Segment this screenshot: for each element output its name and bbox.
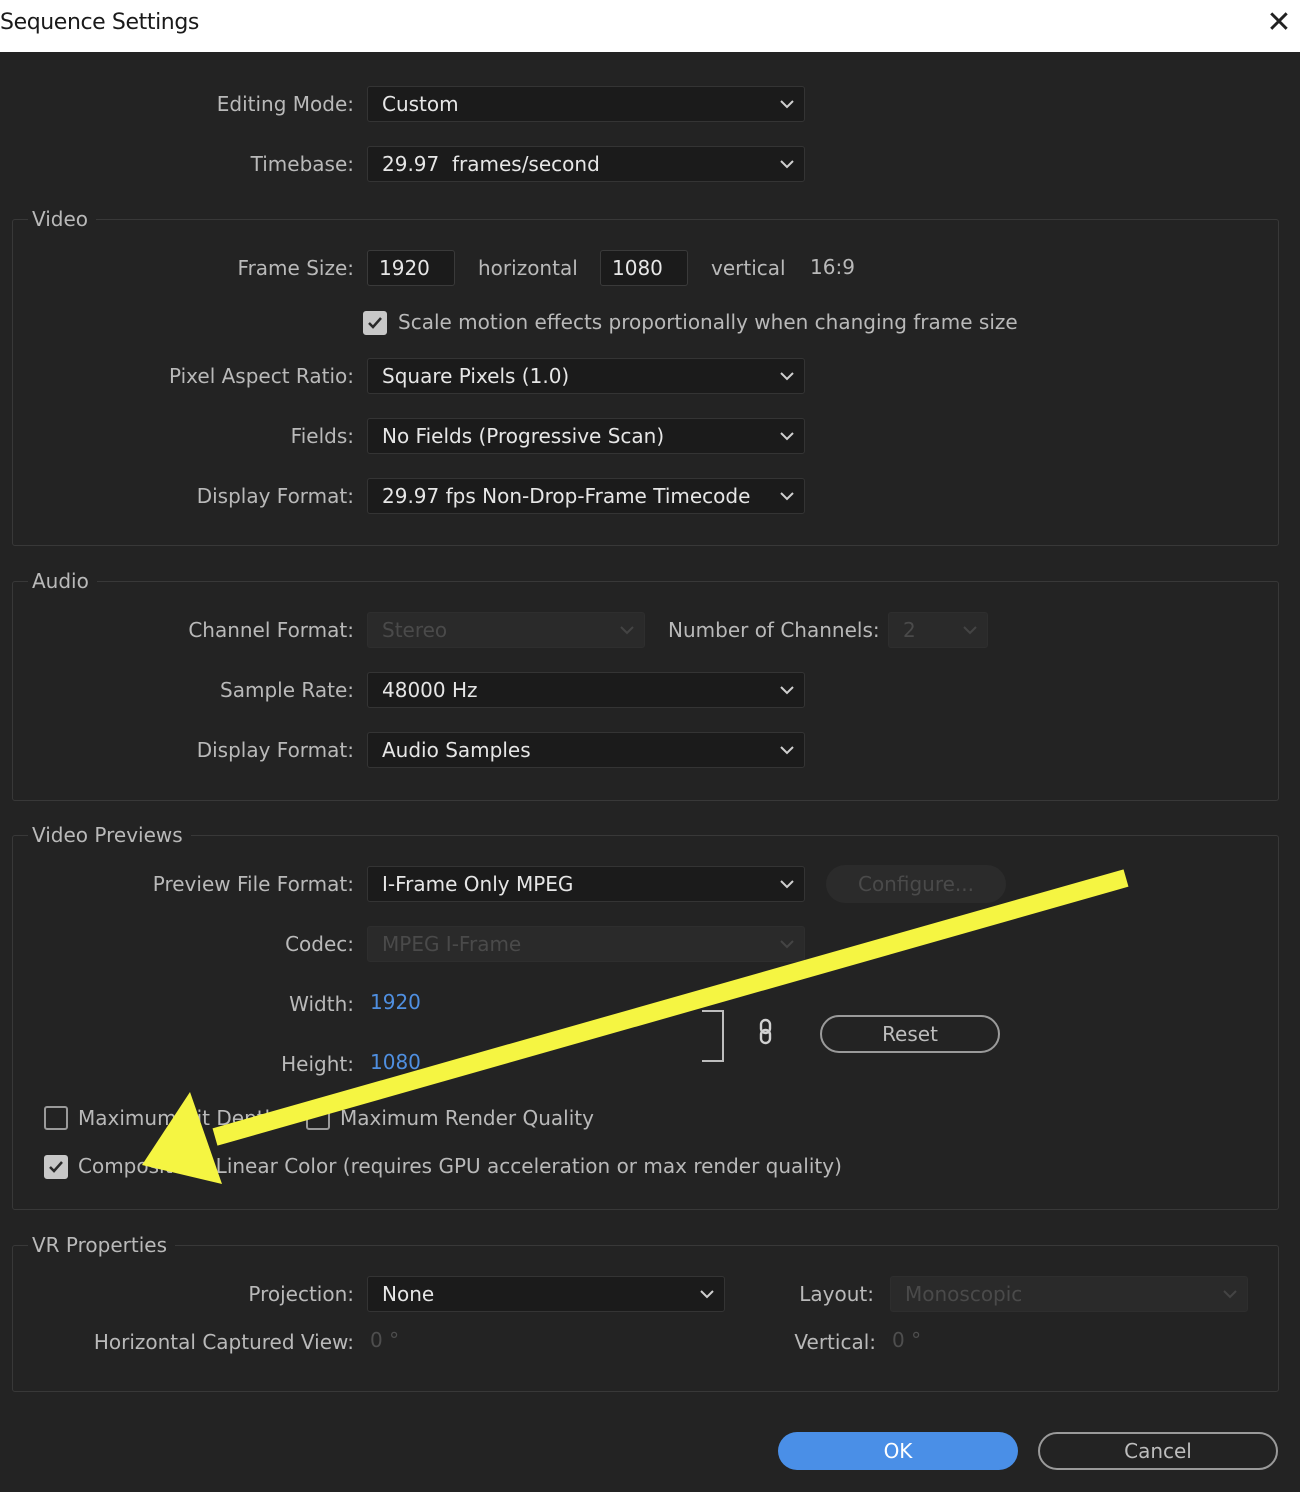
chevron-down-icon xyxy=(963,626,977,635)
channel-format-value: Stereo xyxy=(382,618,448,642)
num-channels-value: 2 xyxy=(903,618,916,642)
chevron-down-icon xyxy=(780,160,794,169)
timebase-label: Timebase: xyxy=(250,152,354,176)
chevron-down-icon xyxy=(620,626,634,635)
horizontal-label: horizontal xyxy=(478,256,578,280)
editing-mode-dropdown[interactable]: Custom xyxy=(367,86,805,122)
projection-label: Projection: xyxy=(248,1282,354,1306)
link-bracket xyxy=(702,1010,724,1062)
video-display-format-value: 29.97 fps Non-Drop-Frame Timecode xyxy=(382,484,751,508)
preview-height-value[interactable]: 1080 xyxy=(370,1050,421,1074)
chevron-down-icon xyxy=(780,100,794,109)
vr-properties-group-label: VR Properties xyxy=(28,1233,176,1257)
chevron-down-icon xyxy=(780,746,794,755)
window-title: Sequence Settings xyxy=(0,10,199,35)
chevron-down-icon xyxy=(780,686,794,695)
ok-button[interactable]: OK xyxy=(778,1432,1018,1470)
horizontal-captured-value: 0 ° xyxy=(370,1328,400,1352)
check-icon xyxy=(368,317,382,329)
max-bit-depth-label: Maximum Bit Depth xyxy=(78,1106,278,1130)
num-channels-label: Number of Channels: xyxy=(668,618,880,642)
layout-label: Layout: xyxy=(799,1282,874,1306)
audio-display-format-label: Display Format: xyxy=(196,738,354,762)
frame-width-value: 1920 xyxy=(379,256,430,280)
timebase-dropdown[interactable]: 29.97 frames/second xyxy=(367,146,805,182)
chevron-down-icon xyxy=(780,372,794,381)
vr-vertical-label: Vertical: xyxy=(794,1330,876,1354)
codec-value: MPEG I-Frame xyxy=(382,932,522,956)
check-icon xyxy=(49,1161,63,1173)
fields-value: No Fields (Progressive Scan) xyxy=(382,424,665,448)
height-label: Height: xyxy=(281,1052,354,1076)
width-label: Width: xyxy=(289,992,354,1016)
frame-height-input[interactable]: 1080 xyxy=(600,250,688,286)
editing-mode-label: Editing Mode: xyxy=(216,92,354,116)
frame-height-value: 1080 xyxy=(612,256,663,280)
chevron-down-icon xyxy=(780,432,794,441)
sample-rate-label: Sample Rate: xyxy=(220,678,354,702)
channel-format-dropdown: Stereo xyxy=(367,612,645,648)
pixel-aspect-dropdown[interactable]: Square Pixels (1.0) xyxy=(367,358,805,394)
video-group-label: Video xyxy=(28,207,97,231)
timebase-value: 29.97 frames/second xyxy=(382,152,600,176)
sample-rate-value: 48000 Hz xyxy=(382,678,478,702)
chevron-down-icon xyxy=(780,492,794,501)
chevron-down-icon xyxy=(700,1290,714,1299)
preview-file-format-label: Preview File Format: xyxy=(152,872,354,896)
configure-button: Configure... xyxy=(826,865,1006,903)
preview-file-format-dropdown[interactable]: I-Frame Only MPEG xyxy=(367,866,805,902)
audio-display-format-dropdown[interactable]: Audio Samples xyxy=(367,732,805,768)
editing-mode-value: Custom xyxy=(382,92,459,116)
codec-dropdown: MPEG I-Frame xyxy=(367,926,805,962)
video-display-format-label: Display Format: xyxy=(196,484,354,508)
close-icon[interactable]: ✕ xyxy=(1262,6,1296,40)
layout-value: Monoscopic xyxy=(905,1282,1023,1306)
video-display-format-dropdown[interactable]: 29.97 fps Non-Drop-Frame Timecode xyxy=(367,478,805,514)
cancel-button[interactable]: Cancel xyxy=(1038,1432,1278,1470)
projection-dropdown[interactable]: None xyxy=(367,1276,725,1312)
chevron-down-icon xyxy=(780,880,794,889)
video-previews-group-label: Video Previews xyxy=(28,823,191,847)
vr-vertical-value: 0 ° xyxy=(892,1328,922,1352)
channel-format-label: Channel Format: xyxy=(188,618,354,642)
reset-button[interactable]: Reset xyxy=(820,1015,1000,1053)
pixel-aspect-label: Pixel Aspect Ratio: xyxy=(169,364,354,388)
max-bit-depth-checkbox[interactable] xyxy=(44,1106,68,1130)
linear-color-checkbox[interactable] xyxy=(44,1155,68,1179)
horizontal-captured-label: Horizontal Captured View: xyxy=(93,1330,354,1354)
vr-properties-group xyxy=(12,1245,1279,1392)
scale-motion-checkbox[interactable] xyxy=(363,311,387,335)
preview-file-format-value: I-Frame Only MPEG xyxy=(382,872,574,896)
max-render-quality-checkbox[interactable] xyxy=(306,1106,330,1130)
fields-label: Fields: xyxy=(290,424,354,448)
frame-width-input[interactable]: 1920 xyxy=(367,250,455,286)
projection-value: None xyxy=(382,1282,435,1306)
audio-group-label: Audio xyxy=(28,569,97,593)
linear-color-label: Composite in Linear Color (requires GPU … xyxy=(78,1154,842,1178)
aspect-ratio-text: 16:9 xyxy=(810,255,855,279)
layout-dropdown: Monoscopic xyxy=(890,1276,1248,1312)
frame-size-label: Frame Size: xyxy=(237,256,354,280)
scale-motion-label: Scale motion effects proportionally when… xyxy=(398,310,1018,334)
sample-rate-dropdown[interactable]: 48000 Hz xyxy=(367,672,805,708)
pixel-aspect-value: Square Pixels (1.0) xyxy=(382,364,570,388)
chevron-down-icon xyxy=(1223,1290,1237,1299)
chevron-down-icon xyxy=(780,940,794,949)
title-bar: Sequence Settings ✕ xyxy=(0,0,1300,52)
audio-display-format-value: Audio Samples xyxy=(382,738,531,762)
preview-width-value[interactable]: 1920 xyxy=(370,990,421,1014)
max-render-quality-label: Maximum Render Quality xyxy=(340,1106,594,1130)
codec-label: Codec: xyxy=(285,932,354,956)
link-icon[interactable] xyxy=(757,1018,777,1046)
fields-dropdown[interactable]: No Fields (Progressive Scan) xyxy=(367,418,805,454)
num-channels-dropdown: 2 xyxy=(888,612,988,648)
vertical-label: vertical xyxy=(711,256,786,280)
